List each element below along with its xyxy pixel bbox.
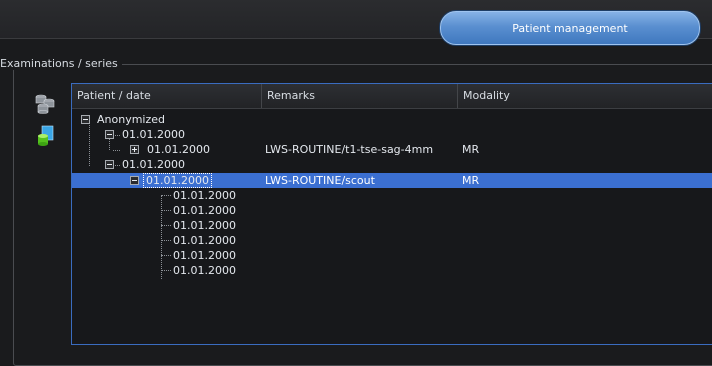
tree-row[interactable]: 01.01.2000 — [72, 157, 712, 172]
row-label: 01.01.2000 — [147, 143, 210, 156]
database-stack-icon[interactable] — [34, 92, 56, 114]
expand-icon[interactable] — [130, 145, 139, 154]
row-label: 01.01.2000 — [122, 158, 185, 171]
tree-row[interactable]: 01.01.2000 — [72, 248, 712, 263]
tree-row[interactable]: 01.01.2000 — [72, 188, 712, 203]
patient-management-button[interactable]: Patient management — [440, 11, 700, 45]
row-label: 01.01.2000 — [143, 173, 212, 188]
table-header: Patient / date Remarks Modality — [72, 84, 712, 109]
row-modality: MR — [462, 174, 480, 187]
col-header-patient-date[interactable]: Patient / date — [72, 84, 262, 108]
tree-row[interactable]: 01.01.2000 — [72, 218, 712, 233]
tree-row[interactable]: 01.01.2000 — [72, 127, 712, 142]
row-label: 01.01.2000 — [173, 204, 236, 217]
row-label: 01.01.2000 — [122, 128, 185, 141]
collapse-icon[interactable] — [130, 176, 139, 185]
collapse-icon[interactable] — [105, 130, 114, 139]
export-db-icon[interactable] — [34, 125, 56, 147]
row-modality: MR — [462, 143, 480, 156]
tree-row[interactable]: 01.01.2000 — [72, 233, 712, 248]
group-title: Examinations / series — [0, 57, 122, 70]
row-label: 01.01.2000 — [173, 219, 236, 232]
tree-row[interactable]: 01.01.2000 LWS-ROUTINE/t1-tse-sag-4mm MR — [72, 142, 712, 157]
row-label: 01.01.2000 — [173, 264, 236, 277]
tree-row-selected[interactable]: 01.01.2000 LWS-ROUTINE/scout MR — [72, 173, 712, 188]
col-header-modality[interactable]: Modality — [458, 84, 712, 108]
series-tree-table[interactable]: Patient / date Remarks Modality Anonymiz… — [71, 83, 712, 345]
collapse-icon[interactable] — [105, 160, 114, 169]
tree-row[interactable]: 01.01.2000 — [72, 203, 712, 218]
row-label: 01.01.2000 — [173, 189, 236, 202]
row-label: Anonymized — [97, 113, 166, 126]
collapse-icon[interactable] — [81, 115, 90, 124]
tree-row[interactable]: Anonymized — [72, 112, 712, 127]
tree-row[interactable]: 01.01.2000 — [72, 263, 712, 278]
row-remarks: LWS-ROUTINE/scout — [265, 174, 375, 187]
col-header-remarks[interactable]: Remarks — [262, 84, 458, 108]
row-label: 01.01.2000 — [173, 234, 236, 247]
row-label: 01.01.2000 — [173, 249, 236, 262]
row-remarks: LWS-ROUTINE/t1-tse-sag-4mm — [265, 143, 434, 156]
